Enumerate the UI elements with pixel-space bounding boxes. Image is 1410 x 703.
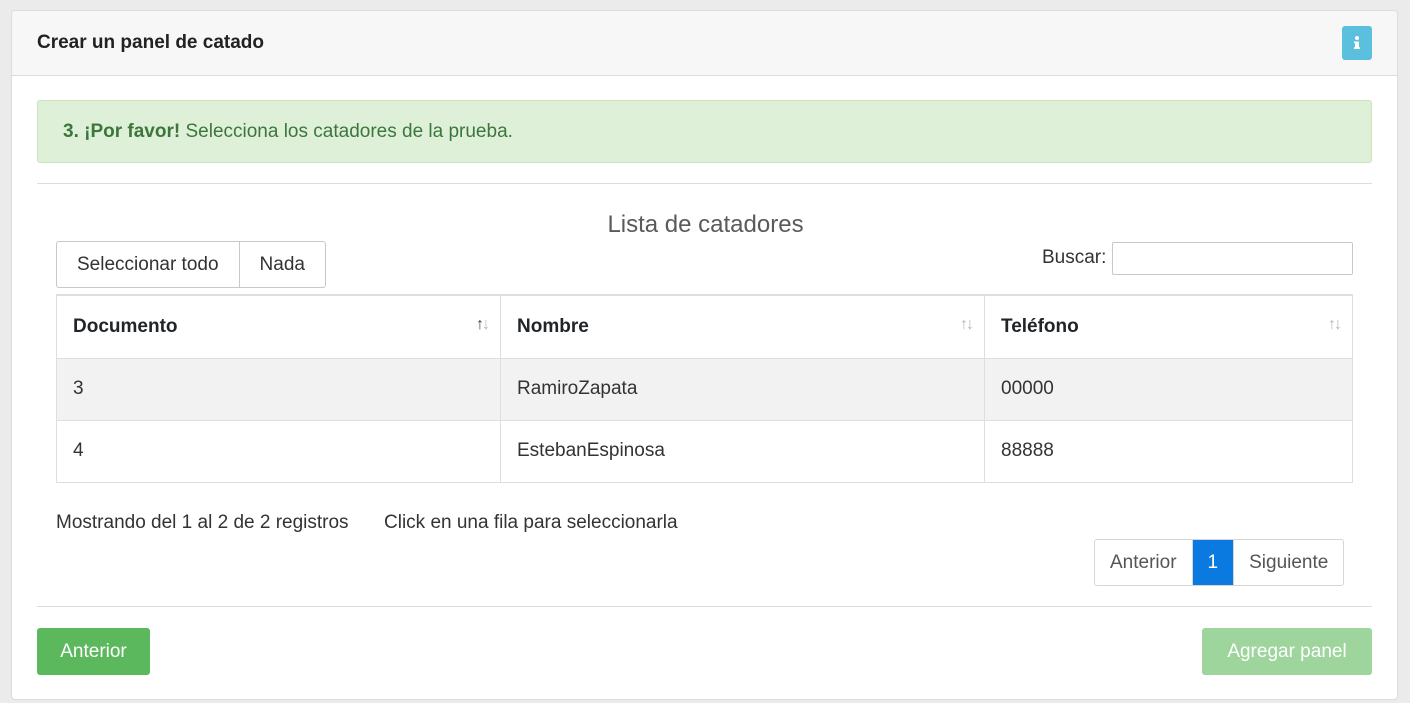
column-header-documento[interactable]: Documento ↑↓ <box>56 294 501 359</box>
pagination: Anterior 1 Siguiente <box>1094 539 1345 586</box>
select-all-button[interactable]: Seleccionar todo <box>57 242 239 287</box>
page-title: Crear un panel de catado <box>37 32 265 53</box>
column-header-label: Teléfono <box>1001 315 1079 337</box>
pagination-page-button[interactable]: 1 <box>1191 540 1234 585</box>
divider <box>37 183 1372 184</box>
sort-icon: ↑↓ <box>960 316 974 333</box>
instruction-alert: 3. ¡Por favor! Selecciona los catadores … <box>37 100 1372 163</box>
search-input[interactable] <box>1112 242 1353 275</box>
back-button[interactable]: Anterior <box>37 628 150 675</box>
pagination-prev-button[interactable]: Anterior <box>1095 540 1192 585</box>
table-row[interactable]: 3 RamiroZapata 00000 <box>56 357 1353 421</box>
column-header-label: Nombre <box>517 315 589 337</box>
table-row[interactable]: 4 EstebanEspinosa 88888 <box>56 419 1353 483</box>
alert-strong: 3. ¡Por favor! <box>63 121 181 142</box>
sort-icon: ↑↓ <box>476 316 490 333</box>
cell-telefono: 00000 <box>984 357 1353 421</box>
select-hint: Click en una fila para seleccionarla <box>384 512 678 533</box>
alert-text: Selecciona los catadores de la prueba. <box>180 121 513 142</box>
column-header-nombre[interactable]: Nombre ↑↓ <box>500 294 985 359</box>
list-title: Lista de catadores <box>607 211 804 238</box>
panel-card: Crear un panel de catado 3. ¡Por favor! … <box>11 10 1398 700</box>
info-icon <box>1354 36 1360 49</box>
selection-button-group: Seleccionar todo Nada <box>56 241 326 288</box>
sort-icon: ↑↓ <box>1328 316 1342 333</box>
table-header-row: Documento ↑↓ Nombre ↑↓ Teléfono ↑↓ <box>56 294 1353 359</box>
cell-documento: 4 <box>56 419 501 483</box>
tasters-table: Documento ↑↓ Nombre ↑↓ Teléfono ↑↓ 3 Ram… <box>56 294 1353 483</box>
add-panel-button[interactable]: Agregar panel <box>1202 628 1372 675</box>
pagination-next-button[interactable]: Siguiente <box>1233 540 1344 585</box>
table-info: Mostrando del 1 al 2 de 2 registros <box>56 512 349 533</box>
cell-telefono: 88888 <box>984 419 1353 483</box>
column-header-telefono[interactable]: Teléfono ↑↓ <box>984 294 1353 359</box>
info-button[interactable] <box>1342 26 1372 60</box>
cell-nombre: EstebanEspinosa <box>500 419 985 483</box>
column-header-label: Documento <box>73 315 178 337</box>
card-header: Crear un panel de catado <box>12 11 1397 76</box>
cell-nombre: RamiroZapata <box>500 357 985 421</box>
select-none-button[interactable]: Nada <box>238 242 325 287</box>
search-label: Buscar: <box>1042 247 1107 268</box>
divider <box>37 606 1372 607</box>
cell-documento: 3 <box>56 357 501 421</box>
